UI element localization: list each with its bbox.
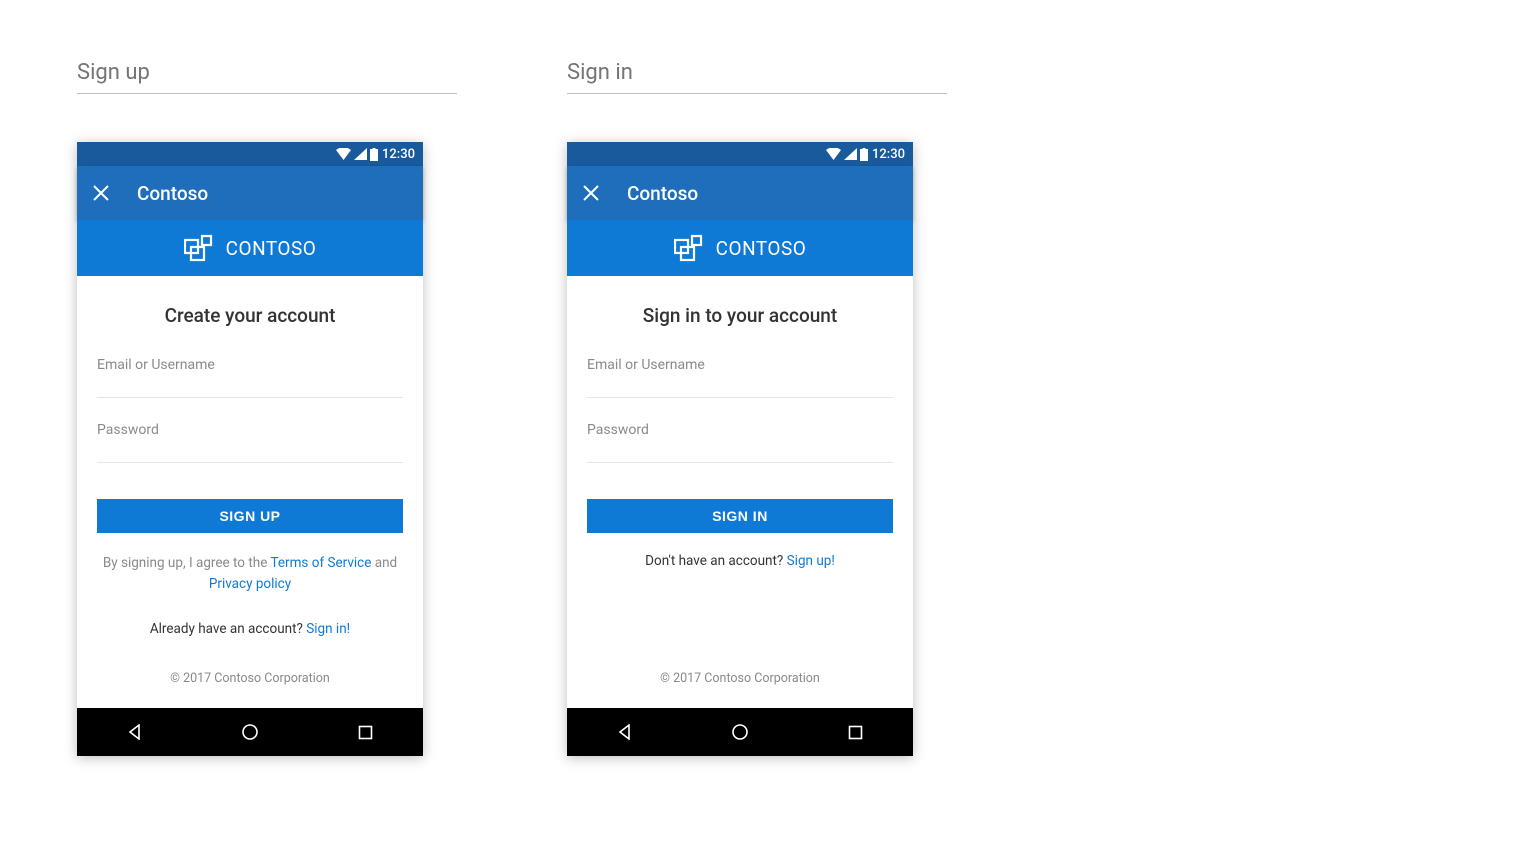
signin-phone-mock: 12:30 Contoso CONTOSO Sign in to your ac… (567, 142, 913, 756)
back-icon (617, 724, 633, 740)
password-field-label[interactable]: Password (587, 422, 893, 438)
terms-of-service-link[interactable]: Terms of Service (270, 555, 371, 571)
home-button[interactable] (729, 721, 751, 743)
status-icons (826, 148, 868, 161)
signin-page-title: Sign in to your account (587, 304, 893, 327)
recents-button[interactable] (354, 721, 376, 743)
app-bar-title: Contoso (627, 182, 698, 205)
email-input-underline (587, 397, 893, 398)
sign-in-button[interactable]: SIGN IN (587, 499, 893, 533)
battery-icon (860, 148, 868, 161)
brand-name: CONTOSO (226, 237, 317, 260)
back-button[interactable] (124, 721, 146, 743)
email-field-label[interactable]: Email or Username (587, 357, 893, 373)
app-bar-title: Contoso (137, 182, 208, 205)
close-icon (93, 185, 109, 201)
password-input-underline (587, 462, 893, 463)
signup-section-heading: Sign up (77, 60, 457, 94)
home-icon (241, 723, 259, 741)
wifi-icon (826, 148, 841, 160)
brand-name: CONTOSO (716, 237, 807, 260)
signal-icon (354, 148, 367, 160)
recents-icon (358, 725, 373, 740)
copyright: © 2017 Contoso Corporation (587, 649, 893, 708)
signin-prompt: Already have an account? Sign in! (97, 621, 403, 637)
signin-section-heading: Sign in (567, 60, 947, 94)
password-input-underline (97, 462, 403, 463)
signup-page-title: Create your account (97, 304, 403, 327)
battery-icon (370, 148, 378, 161)
status-bar: 12:30 (567, 142, 913, 166)
home-button[interactable] (239, 721, 261, 743)
brand-logo-icon (184, 233, 214, 263)
sign-up-button[interactable]: SIGN UP (97, 499, 403, 533)
status-icons (336, 148, 378, 161)
signup-phone-mock: 12:30 Contoso CONTOSO Create your accoun… (77, 142, 423, 756)
status-time: 12:30 (872, 147, 905, 162)
close-button[interactable] (93, 185, 109, 201)
close-button[interactable] (583, 185, 599, 201)
signup-prompt: Don't have an account? Sign up! (587, 553, 893, 569)
wifi-icon (336, 148, 351, 160)
sign-in-link[interactable]: Sign in! (306, 621, 350, 637)
brand-bar: CONTOSO (567, 220, 913, 276)
android-nav-bar (567, 708, 913, 756)
status-bar: 12:30 (77, 142, 423, 166)
recents-button[interactable] (844, 721, 866, 743)
back-icon (127, 724, 143, 740)
copyright: © 2017 Contoso Corporation (97, 649, 403, 708)
app-bar: Contoso (567, 166, 913, 220)
legal-text: By signing up, I agree to the Terms of S… (97, 553, 403, 595)
sign-up-link[interactable]: Sign up! (787, 553, 835, 569)
email-input-underline (97, 397, 403, 398)
signin-column: Sign in 12:30 Contoso (567, 60, 947, 756)
privacy-policy-link[interactable]: Privacy policy (209, 576, 291, 592)
app-bar: Contoso (77, 166, 423, 220)
brand-logo-icon (674, 233, 704, 263)
password-field-label[interactable]: Password (97, 422, 403, 438)
close-icon (583, 185, 599, 201)
brand-bar: CONTOSO (77, 220, 423, 276)
back-button[interactable] (614, 721, 636, 743)
recents-icon (848, 725, 863, 740)
signup-column: Sign up 12:30 Contoso (77, 60, 457, 756)
home-icon (731, 723, 749, 741)
android-nav-bar (77, 708, 423, 756)
email-field-label[interactable]: Email or Username (97, 357, 403, 373)
status-time: 12:30 (382, 147, 415, 162)
signal-icon (844, 148, 857, 160)
